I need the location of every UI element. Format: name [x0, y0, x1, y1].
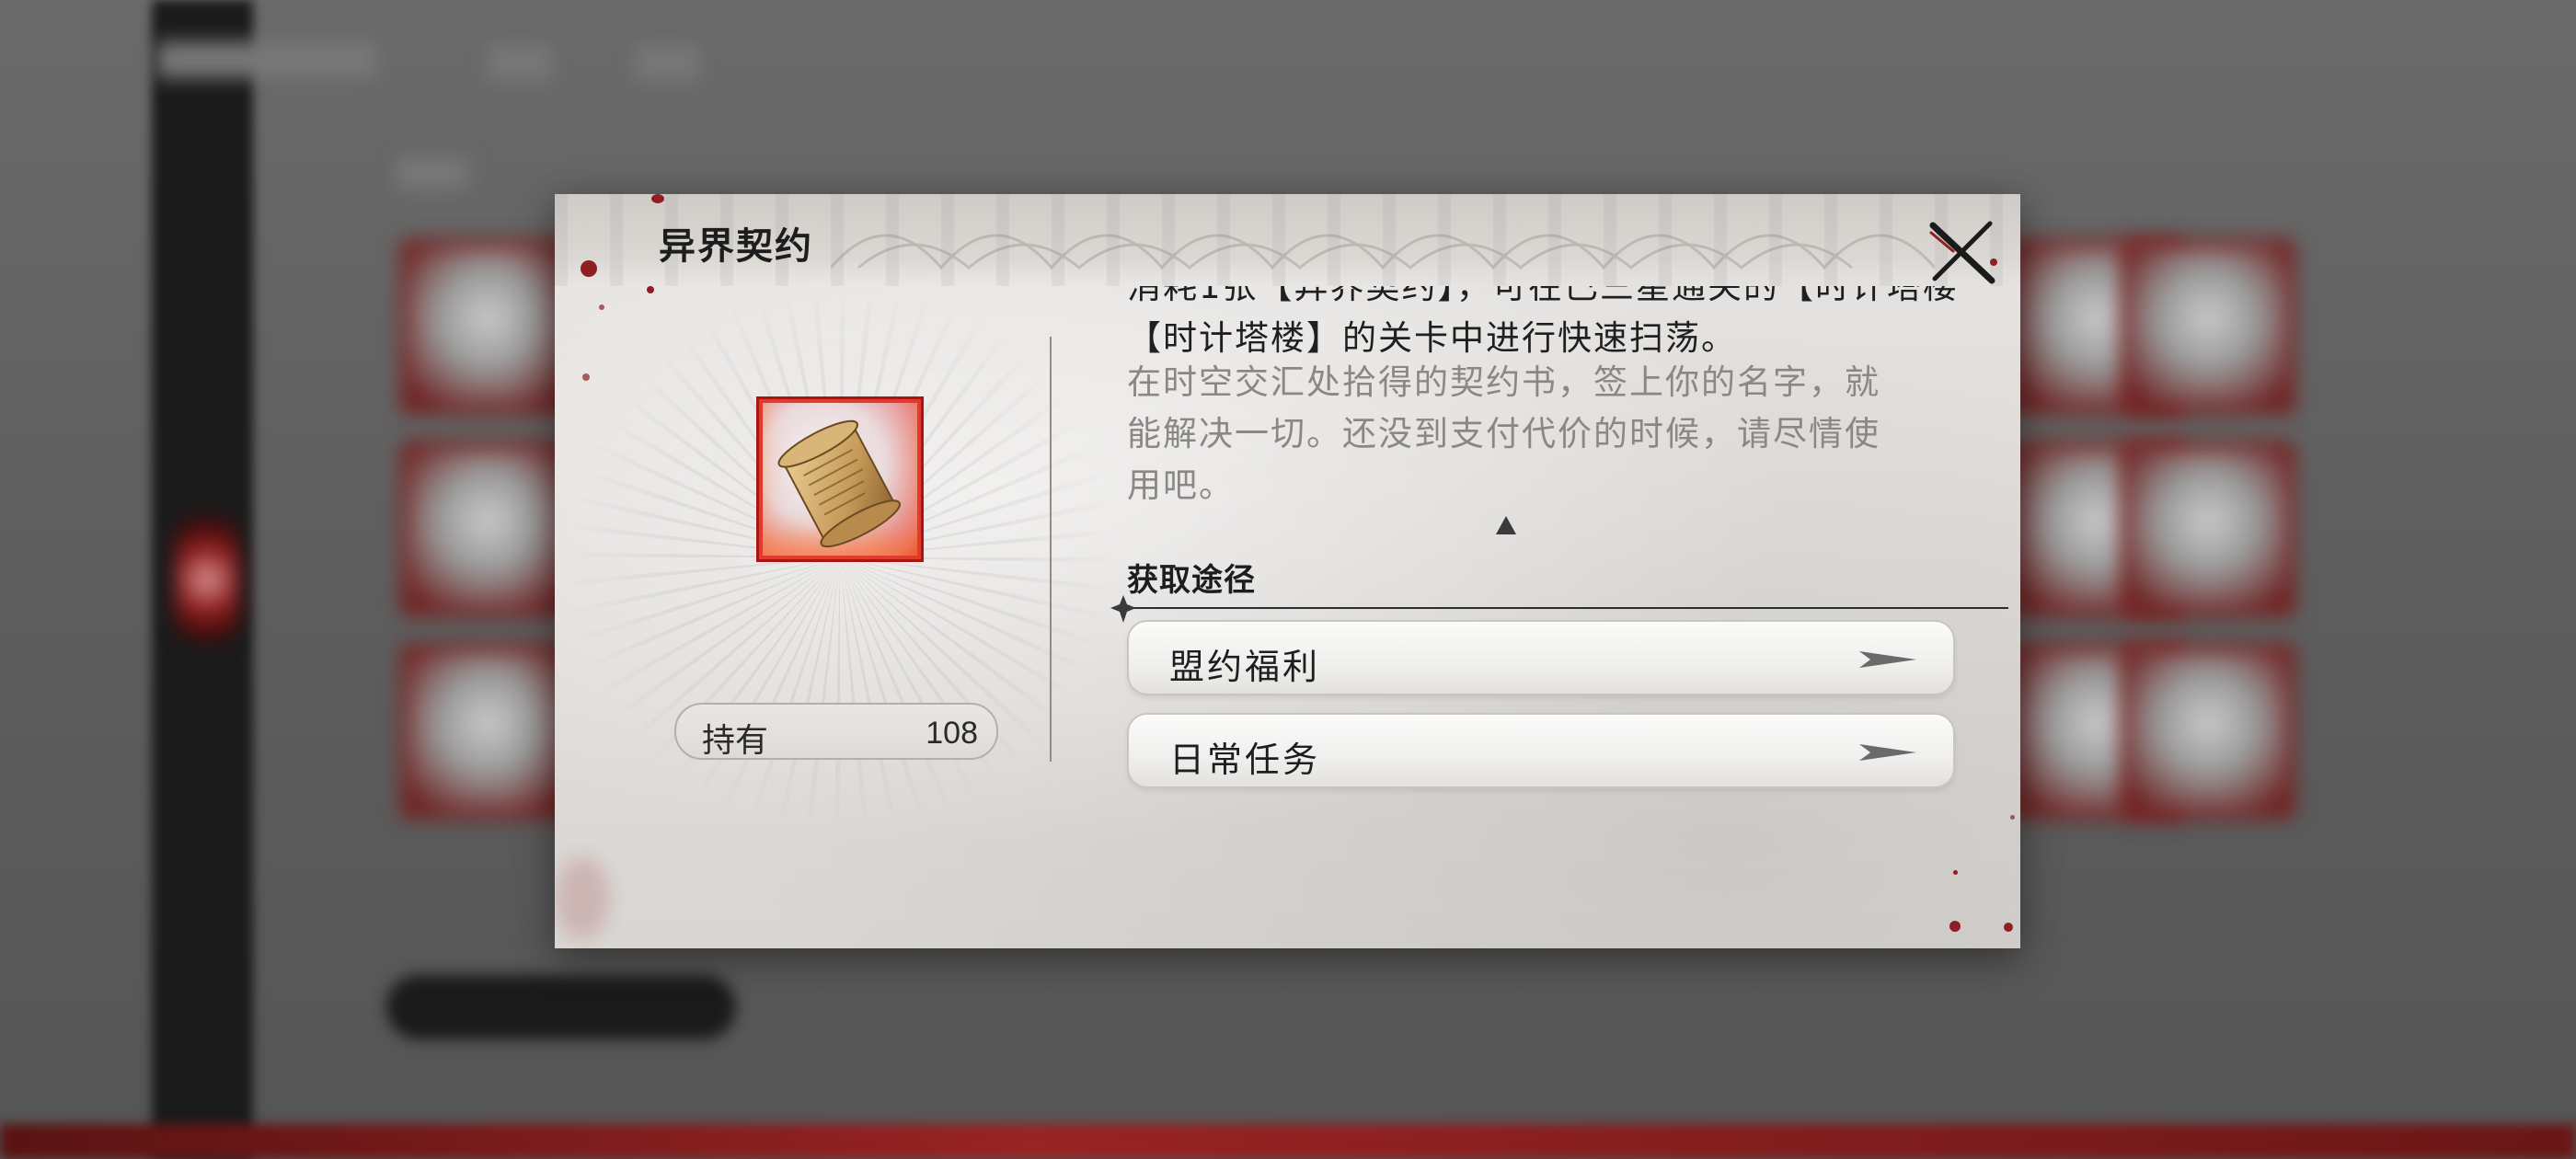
- source-section-title: 获取途径: [1127, 562, 1256, 599]
- background-label: [396, 156, 469, 189]
- item-icon-frame: [756, 396, 924, 562]
- description-cut-line: 消耗1张【异界契约】，可在已三星通关的【时计塔楼】: [1127, 286, 1955, 306]
- background-item-tile: [400, 644, 575, 819]
- background-item-tile: [2121, 239, 2295, 414]
- background-tab: [635, 44, 699, 81]
- source-alliance-benefits-button[interactable]: 盟约福利: [1127, 620, 1955, 695]
- flavor-text: 在时空交汇处拾得的契约书，签上你的名字，就能解决一切。还没到支付代价的时候，请尽…: [1127, 362, 1880, 505]
- source-daily-tasks-button[interactable]: 日常任务: [1127, 713, 1955, 788]
- item-detail-dialog: 异界契约 持有 108 消耗1张【异界契约】，可在已三星通关的【时计塔楼】 【时…: [555, 194, 2020, 948]
- background-pill-button: [386, 975, 736, 1039]
- close-x-icon: [1929, 221, 1997, 284]
- dialog-title: 异界契约: [659, 224, 813, 268]
- background-tab: [488, 44, 552, 81]
- source-label: 日常任务: [1169, 740, 1321, 780]
- background-item-tile: [2121, 644, 2295, 819]
- background-emblem: [175, 515, 239, 644]
- panel-divider: [1050, 337, 1052, 762]
- source-label: 盟约福利: [1169, 647, 1321, 687]
- contract-scroll-icon: [777, 419, 901, 548]
- background-item-tile: [400, 442, 575, 616]
- scroll-up-arrow-icon[interactable]: [1496, 516, 1516, 534]
- owned-count-pill: 持有 108: [674, 703, 998, 760]
- arrow-right-icon: [1859, 651, 1916, 668]
- background-tab: [156, 41, 377, 78]
- blood-splatter: [651, 194, 664, 203]
- background-item-tile: [2121, 442, 2295, 616]
- blood-splatter: [2010, 815, 2015, 820]
- blood-stain: [555, 856, 610, 939]
- description-text: 【时计塔楼】的关卡中进行快速扫荡。: [1127, 318, 1737, 358]
- owned-label: 持有: [702, 722, 769, 760]
- blood-splatter: [581, 260, 597, 277]
- blood-splatter: [1949, 921, 1961, 932]
- blood-splatter: [647, 286, 654, 293]
- background-bottom-bar: [0, 1124, 2576, 1159]
- blood-splatter: [2004, 923, 2013, 932]
- close-button[interactable]: [1926, 220, 1999, 286]
- header-ornament: [831, 234, 1935, 270]
- blood-splatter: [1953, 870, 1958, 875]
- owned-value: 108: [926, 716, 978, 751]
- arrow-right-icon: [1859, 744, 1916, 761]
- background-item-tile: [400, 239, 575, 414]
